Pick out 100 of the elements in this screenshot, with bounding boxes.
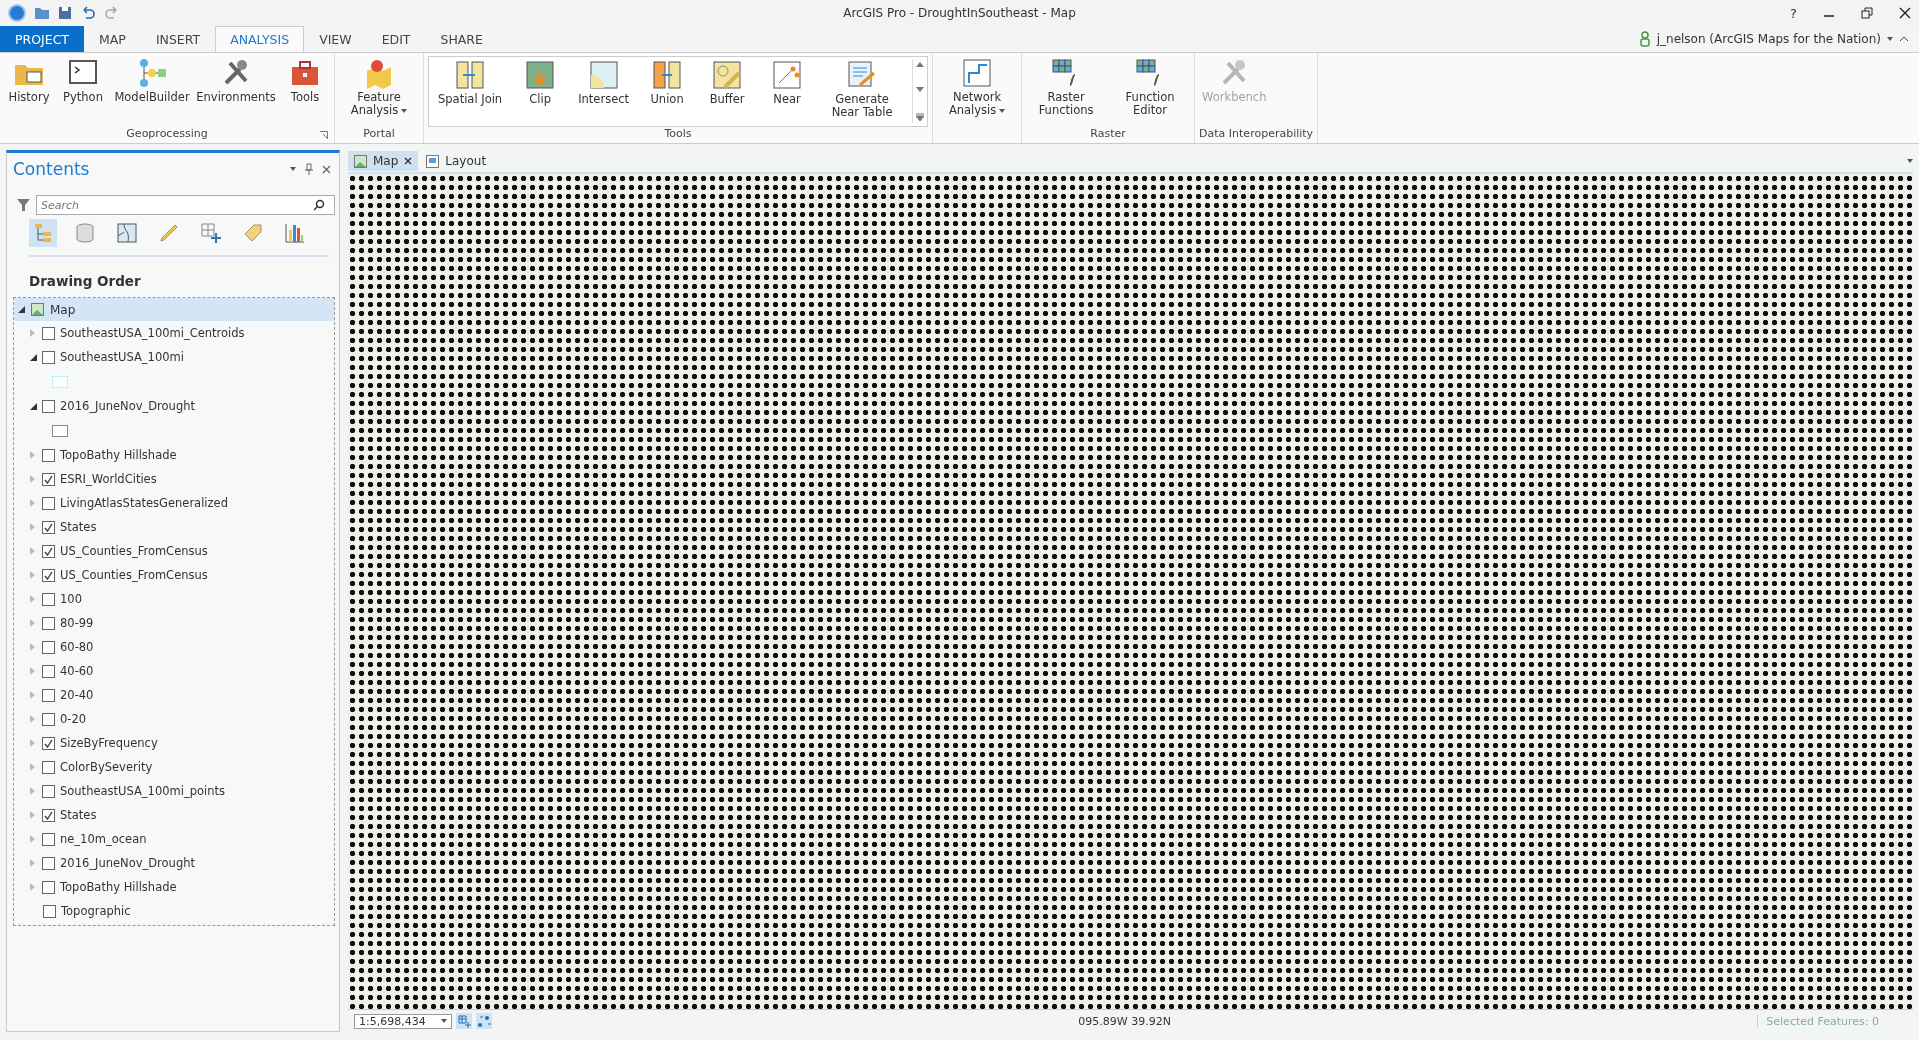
layer-checkbox[interactable] — [42, 760, 55, 774]
ribbon-tool-button[interactable]: Clip — [515, 59, 566, 106]
layer-checkbox[interactable] — [42, 544, 55, 558]
filter-icon[interactable] — [17, 198, 30, 212]
layer-name[interactable]: States — [60, 808, 97, 822]
layer-checkbox[interactable] — [42, 688, 55, 702]
restore-icon[interactable] — [1861, 7, 1873, 19]
layer-checkbox[interactable] — [42, 880, 55, 894]
ribbon-tab[interactable]: EDIT — [366, 26, 426, 52]
layer-checkbox[interactable] — [42, 472, 55, 486]
collapse-ribbon-icon[interactable] — [1899, 35, 1909, 43]
ribbon-tab[interactable]: VIEW — [304, 26, 367, 52]
layer-name[interactable]: LivingAtlasStatesGeneralized — [60, 496, 228, 510]
ribbon-tool-button[interactable]: Environments — [196, 57, 276, 104]
layer-checkbox[interactable] — [42, 592, 55, 606]
ribbon-tool-button[interactable]: Raster Functions — [1026, 57, 1107, 117]
layer-checkbox[interactable] — [42, 736, 55, 750]
save-icon[interactable] — [58, 6, 72, 20]
layer-checkbox[interactable] — [42, 520, 55, 534]
open-folder-icon[interactable] — [34, 6, 50, 20]
ribbon-tool-button[interactable]: Python — [58, 57, 108, 104]
layer-name[interactable]: 0-20 — [60, 712, 87, 726]
layer-checkbox[interactable] — [42, 712, 55, 726]
map-view-tab[interactable]: Map — [348, 151, 419, 171]
layer-name[interactable]: States — [60, 520, 97, 534]
layer-name[interactable]: 80-99 — [60, 616, 94, 630]
layer-name[interactable]: ESRI_WorldCities — [60, 472, 157, 486]
ribbon-tab[interactable]: MAP — [84, 26, 141, 52]
layer-checkbox[interactable] — [42, 808, 55, 822]
ribbon-tool-button[interactable]: Union — [642, 59, 693, 106]
scroll-down-icon[interactable] — [916, 87, 925, 93]
ribbon-tool-button[interactable]: Near — [762, 59, 813, 106]
ribbon-tool-button[interactable]: Network Analysis — [937, 57, 1018, 117]
app-logo-icon[interactable] — [8, 4, 26, 22]
layer-name[interactable]: 60-80 — [60, 640, 94, 654]
ribbon-tool-button[interactable]: Spatial Join — [435, 59, 506, 106]
ribbon-tool-button[interactable]: Function Editor — [1110, 57, 1191, 117]
layer-checkbox[interactable] — [43, 904, 56, 918]
layer-name[interactable]: SoutheastUSA_100mi — [60, 350, 184, 364]
snapping-icon[interactable] — [476, 1013, 492, 1029]
layer-name[interactable]: TopoBathy Hillshade — [60, 448, 177, 462]
layer-checkbox[interactable] — [42, 784, 55, 798]
layer-name[interactable]: ne_10m_ocean — [60, 832, 147, 846]
layer-name[interactable]: US_Counties_FromCensus — [60, 568, 208, 582]
map-layer-row[interactable]: Map — [14, 298, 334, 321]
layer-checkbox[interactable] — [42, 640, 55, 654]
layer-checkbox[interactable] — [42, 399, 55, 413]
intersect-icon — [587, 59, 620, 91]
undo-icon[interactable] — [80, 6, 96, 20]
ribbon-tool-button[interactable]: Intersect — [575, 59, 633, 106]
ribbon-tool-button[interactable]: ModelBuilder — [112, 57, 192, 104]
layer-name[interactable]: SizeByFrequency — [60, 736, 158, 750]
ribbon-tool-button[interactable]: Buffer — [702, 59, 753, 106]
ribbon-tab[interactable]: INSERT — [140, 26, 216, 52]
layer-name[interactable]: US_Counties_FromCensus — [60, 544, 208, 558]
layer-checkbox[interactable] — [42, 496, 55, 510]
scale-field[interactable]: 1:5,698,434 — [354, 1013, 452, 1029]
ribbon-group-label: Portal — [363, 127, 395, 140]
scroll-up-icon[interactable] — [916, 61, 925, 67]
layer-name[interactable]: Topographic — [61, 904, 131, 918]
dot-density-map-placeholder[interactable] — [348, 174, 1913, 1009]
layer-name[interactable]: 40-60 — [60, 664, 94, 678]
help-button[interactable]: ? — [1790, 5, 1797, 21]
close-icon[interactable] — [1899, 7, 1911, 19]
search-field[interactable]: Search — [36, 195, 335, 215]
close-icon[interactable] — [404, 157, 413, 165]
layer-name[interactable]: SoutheastUSA_100mi_Centroids — [60, 326, 245, 340]
ribbon-tool-button[interactable]: History — [4, 57, 54, 104]
layer-name[interactable]: 100 — [60, 592, 82, 606]
layout-view-tab[interactable]: Layout — [420, 151, 493, 171]
caret-icon[interactable] — [1887, 37, 1893, 41]
dialog-launcher-icon[interactable] — [320, 131, 328, 139]
caret-icon[interactable] — [1907, 159, 1913, 163]
caret-icon[interactable] — [290, 167, 296, 171]
layer-name[interactable]: 20-40 — [60, 688, 94, 702]
layer-name[interactable]: SoutheastUSA_100mi_points — [60, 784, 225, 798]
layer-checkbox[interactable] — [42, 448, 55, 462]
expand-gallery-icon[interactable] — [916, 113, 925, 121]
union-icon — [651, 59, 684, 91]
layer-name[interactable]: TopoBathy Hillshade — [60, 880, 177, 894]
grid-snap-icon[interactable] — [456, 1013, 472, 1029]
user-account-name[interactable]: j_nelson (ArcGIS Maps for the Nation) — [1656, 32, 1881, 46]
backstage-tab[interactable]: PROJECT — [0, 26, 84, 52]
layer-checkbox[interactable] — [42, 856, 55, 870]
ribbon-tool-button[interactable]: Feature Analysis — [339, 57, 419, 117]
ribbon-tool-button[interactable]: Generate Near Table — [822, 59, 903, 119]
layer-checkbox[interactable] — [42, 568, 55, 582]
layer-name[interactable]: 2016_JuneNov_Drought — [60, 399, 195, 413]
layer-checkbox[interactable] — [42, 664, 55, 678]
ribbon-tool-button[interactable]: Tools — [280, 57, 330, 104]
layer-checkbox[interactable] — [42, 350, 55, 364]
ribbon-tab[interactable]: SHARE — [425, 26, 498, 52]
search-icon[interactable] — [313, 199, 325, 211]
layer-name[interactable]: 2016_JuneNov_Drought — [60, 856, 195, 870]
layer-checkbox[interactable] — [42, 326, 55, 340]
pin-icon[interactable] — [305, 163, 313, 175]
layer-name[interactable]: ColorBySeverity — [60, 760, 153, 774]
ribbon-tab[interactable]: ANALYSIS — [215, 26, 305, 52]
layer-checkbox[interactable] — [42, 832, 55, 846]
layer-checkbox[interactable] — [42, 616, 55, 630]
